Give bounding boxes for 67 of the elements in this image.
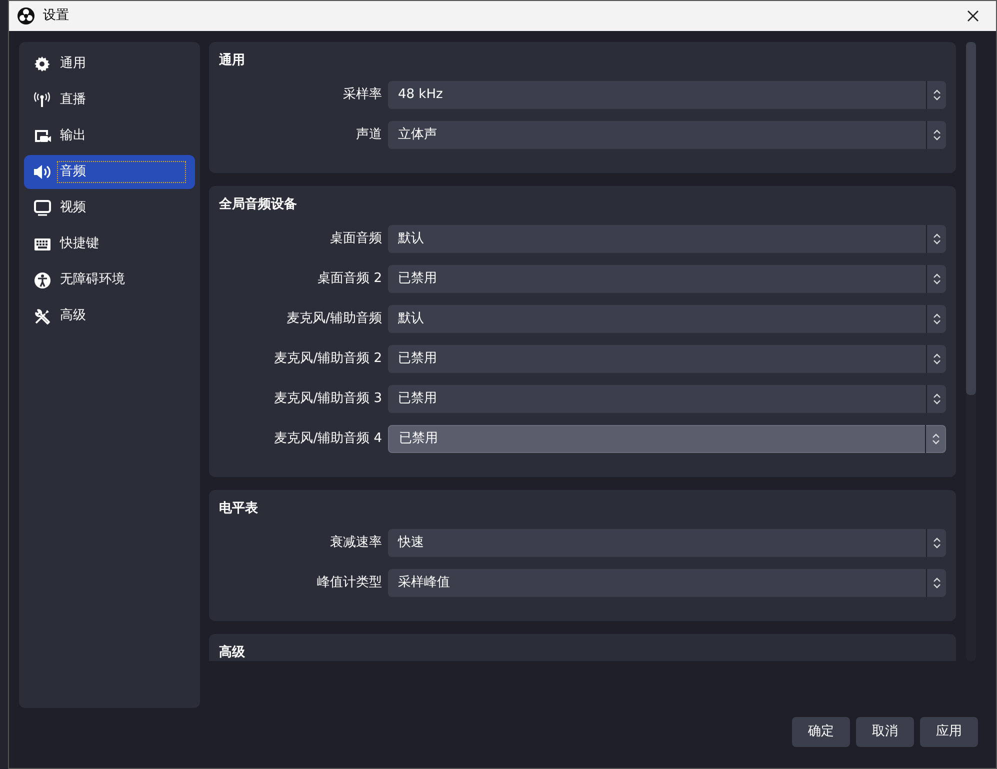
up-down-caret-icon (932, 233, 940, 245)
group-title: 全局音频设备 (219, 196, 298, 213)
accessibility-icon (34, 272, 50, 288)
window-title: 设置 (43, 7, 69, 26)
sidebar-item[interactable]: 输出 (24, 119, 195, 153)
up-down-caret-icon (932, 129, 940, 141)
speaker-icon (33, 164, 51, 180)
close-icon (967, 10, 979, 22)
dropdown-value: 已禁用 (397, 390, 438, 408)
field-label: 峰值计类型 (316, 574, 383, 592)
dropdown-value: 已禁用 (398, 430, 439, 448)
keyboard-icon (34, 238, 50, 250)
dropdown-value: 快速 (396, 534, 425, 552)
sidebar-item[interactable]: 直播 (24, 83, 195, 117)
up-down-caret-icon (932, 273, 940, 285)
up-down-caret-icon (932, 433, 940, 445)
up-down-caret-icon (932, 89, 940, 101)
dialog-button[interactable]: 确定 (792, 717, 850, 747)
field-label: 声道 (355, 126, 383, 144)
field-label: 桌面音频 2 (316, 270, 383, 288)
screen-camera-icon (34, 128, 50, 144)
dropdown[interactable]: 默认 (388, 305, 946, 333)
dropdown-value: 默认 (397, 230, 425, 248)
field-label: 采样率 (342, 86, 383, 104)
dropdown[interactable]: 快速 (388, 529, 946, 557)
up-down-caret-icon (932, 537, 940, 549)
dropdown[interactable]: 立体声 (388, 121, 946, 149)
sidebar-item[interactable]: 快捷键 (24, 227, 195, 261)
dropdown[interactable]: 采样峰值 (388, 569, 946, 597)
antenna-icon (33, 92, 51, 108)
dropdown[interactable]: 48 kHz (388, 81, 946, 109)
tools-icon (34, 308, 50, 324)
group-title: 电平表 (219, 500, 259, 517)
sidebar-item[interactable]: 通用 (24, 47, 195, 81)
field-label: 麦克风/辅助音频 2 (273, 350, 383, 368)
field-label: 衰减速率 (329, 534, 383, 552)
sidebar-item[interactable]: 无障碍环境 (24, 263, 195, 297)
dropdown-value: 默认 (397, 310, 425, 328)
sidebar-item[interactable]: 视频 (24, 191, 195, 225)
dropdown[interactable]: 默认 (388, 225, 946, 253)
dropdown[interactable]: 已禁用 (388, 345, 946, 373)
dropdown[interactable]: 已禁用 (388, 265, 946, 293)
field-label: 麦克风/辅助音频 3 (273, 390, 383, 408)
dropdown[interactable]: 已禁用 (388, 385, 946, 413)
dropdown-value: 立体声 (397, 126, 438, 144)
dropdown-value: 采样峰值 (397, 574, 451, 592)
group-title: 通用 (219, 52, 246, 69)
gear-icon (34, 56, 50, 72)
dropdown[interactable]: 已禁用 (388, 425, 946, 453)
field-label: 麦克风/辅助音频 4 (273, 430, 383, 448)
monitor-icon (34, 200, 50, 216)
dropdown-value: 已禁用 (397, 350, 438, 368)
field-label: 麦克风/辅助音频 (286, 310, 383, 328)
dropdown-value: 48 kHz (397, 86, 444, 104)
up-down-caret-icon (932, 353, 940, 365)
group-title: 高级 (219, 644, 246, 661)
app-logo-icon (17, 7, 35, 25)
scrollbar-thumb[interactable] (966, 42, 976, 395)
up-down-caret-icon (932, 313, 940, 325)
sidebar-item[interactable]: 高级 (24, 299, 195, 333)
up-down-caret-icon (932, 393, 940, 405)
field-label: 桌面音频 (329, 230, 383, 248)
up-down-caret-icon (932, 577, 940, 589)
dialog-button[interactable]: 取消 (856, 717, 914, 747)
sidebar-item[interactable]: 音频 (24, 155, 195, 189)
dialog-button[interactable]: 应用 (920, 717, 978, 747)
dropdown-value: 已禁用 (397, 270, 438, 288)
